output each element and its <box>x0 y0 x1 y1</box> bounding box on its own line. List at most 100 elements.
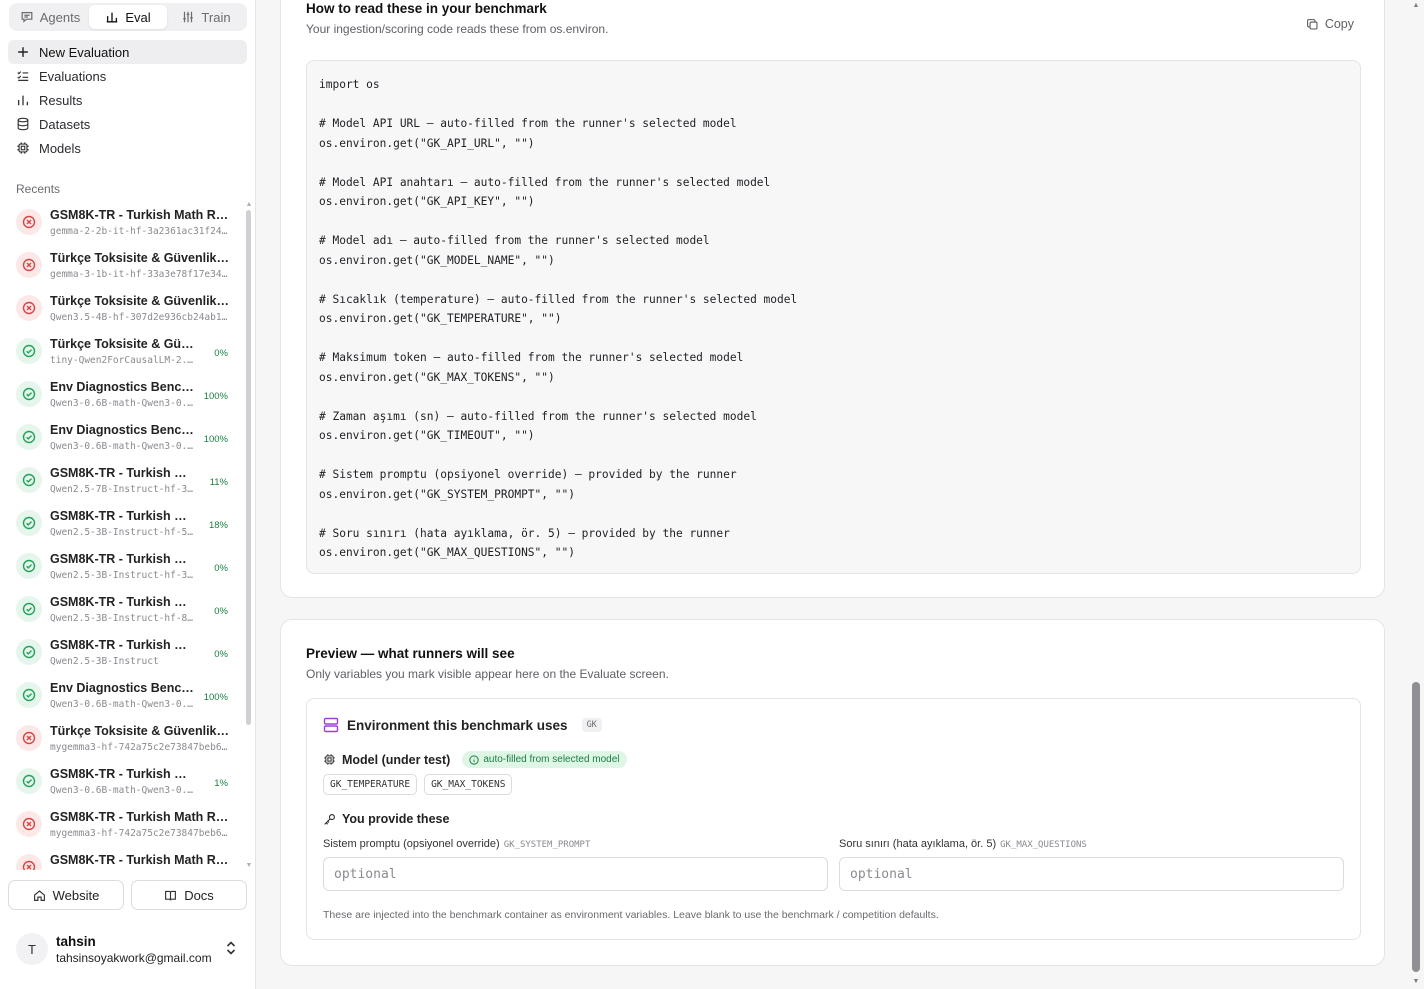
recent-title: GSM8K-TR - Turkish Math... <box>50 595 195 609</box>
recent-title: GSM8K-TR - Turkish Mat... <box>50 509 195 523</box>
recent-item[interactable]: Türkçe Toksisite & Güvenlik Sın... mygemm… <box>16 716 242 759</box>
recent-item[interactable]: GSM8K-TR - Turkish Math Rea... gemma-2-2b… <box>16 200 242 243</box>
recent-item[interactable]: Env Diagnostics Benchm... Qwen3-0.6B-math… <box>16 415 242 458</box>
mode-agents[interactable]: Agents <box>11 5 89 29</box>
env-title: Environment this benchmark uses <box>347 717 568 733</box>
nav-evaluations[interactable]: Evaluations <box>8 64 247 88</box>
page-scroll-down[interactable]: ▼ <box>1412 978 1420 985</box>
recent-score: 0% <box>214 649 228 660</box>
mode-train[interactable]: Train <box>167 5 245 29</box>
copy-button[interactable]: Copy <box>1306 17 1354 31</box>
mode-eval[interactable]: Eval <box>89 5 167 29</box>
env-prefix-tag: GK <box>581 718 602 732</box>
mode-switcher: Agents Eval Train <box>9 3 247 31</box>
model-row: Model (under test) auto-filled from sele… <box>323 751 627 768</box>
recent-item[interactable]: GSM8K-TR - Turkish Math ... Qwen3-0.6B-ma… <box>16 759 242 802</box>
success-status-icon <box>16 596 42 622</box>
recent-title: GSM8K-TR - Turkish Mat... <box>50 466 195 480</box>
preview-subtitle: Only variables you mark visible appear h… <box>306 667 669 681</box>
recent-item[interactable]: Türkçe Toksisite & Güvenlik Sın... Qwen3.… <box>16 286 242 329</box>
recent-item[interactable]: Env Diagnostics Benchm... Qwen3-0.6B-math… <box>16 673 242 716</box>
chevron-up-down-icon[interactable] <box>224 940 238 956</box>
env-panel: Environment this benchmark uses GK Model… <box>306 698 1361 940</box>
recent-item[interactable]: Türkçe Toksisite & Güvenlik Sın... gemma-… <box>16 243 242 286</box>
copy-label: Copy <box>1324 17 1354 31</box>
recent-item[interactable]: Türkçe Toksisite & Güvenli... tiny-Qwen2F… <box>16 329 242 372</box>
user-name: tahsin <box>56 934 96 949</box>
var-chip: GK_MAX_TOKENS <box>424 774 513 795</box>
success-status-icon <box>16 338 42 364</box>
recent-model: Qwen3-0.6B-math-Qwen3-0.6B_... <box>50 785 195 796</box>
auto-filled-badge: auto-filled from selected model <box>462 751 627 768</box>
nav-models[interactable]: Models <box>8 136 247 160</box>
recent-item[interactable]: GSM8K-TR - Turkish Mat... Qwen2.5-3B-Inst… <box>16 501 242 544</box>
recent-item[interactable]: GSM8K-TR - Turkish Math... Qwen2.5-3B-Ins… <box>16 630 242 673</box>
list-check-icon <box>17 71 29 81</box>
scroll-down-arrow[interactable]: ▼ <box>245 862 253 870</box>
recent-title: GSM8K-TR - Turkish Math ... <box>50 767 195 781</box>
success-status-icon <box>16 553 42 579</box>
recent-title: Türkçe Toksisite & Güvenlik Sın... <box>50 724 230 738</box>
recent-model: Qwen2.5-7B-Instruct-hf-3d4... <box>50 484 195 495</box>
system-prompt-input[interactable]: optional <box>323 857 828 891</box>
scroll-up-arrow[interactable]: ▲ <box>245 201 253 209</box>
recent-item[interactable]: GSM8K-TR - Turkish Math Rea... <box>16 845 242 870</box>
read-section-subtitle: Your ingestion/scoring code reads these … <box>306 22 609 36</box>
recent-item[interactable]: GSM8K-TR - Turkish Math... Qwen2.5-3B-Ins… <box>16 544 242 587</box>
recent-score: 1% <box>214 778 228 789</box>
success-status-icon <box>16 639 42 665</box>
chart-icon <box>107 12 118 23</box>
recent-model: tiny-Qwen2ForCausalLM-2.5-... <box>50 355 195 366</box>
page-scrollbar-thumb[interactable] <box>1412 682 1420 972</box>
page-scroll-up[interactable]: ▲ <box>1412 2 1420 9</box>
recent-score: 0% <box>214 606 228 617</box>
env-header: Environment this benchmark uses GK <box>323 717 602 733</box>
info-icon <box>469 754 480 765</box>
server-icon <box>323 717 339 733</box>
recent-score: 100% <box>203 391 228 402</box>
bar-chart-icon <box>17 95 29 106</box>
recent-item[interactable]: GSM8K-TR - Turkish Math... Qwen2.5-3B-Ins… <box>16 587 242 630</box>
success-status-icon <box>16 510 42 536</box>
recent-score: 11% <box>209 477 228 488</box>
preview-title: Preview — what runners will see <box>306 646 515 661</box>
website-label: Website <box>52 887 100 903</box>
recent-model: Qwen3.5-4B-hf-307d2e936cb24ab19... <box>50 312 230 323</box>
nav-new-evaluation[interactable]: New Evaluation <box>8 40 247 64</box>
website-button[interactable]: Website <box>8 880 124 910</box>
max-questions-input[interactable]: optional <box>839 857 1344 891</box>
sliders-icon <box>183 11 194 23</box>
recents-scrollbar[interactable] <box>246 210 251 725</box>
recent-model: gemma-3-1b-it-hf-33a3e78f17e34f... <box>50 269 230 280</box>
plus-icon <box>18 47 28 57</box>
database-icon <box>17 117 29 131</box>
main-content: How to read these in your benchmark Your… <box>256 0 1408 989</box>
recent-item[interactable]: GSM8K-TR - Turkish Math Rea... mygemma3-h… <box>16 802 242 845</box>
failed-status-icon <box>16 209 42 235</box>
recent-title: GSM8K-TR - Turkish Math Rea... <box>50 208 230 222</box>
recent-title: GSM8K-TR - Turkish Math Rea... <box>50 810 230 824</box>
provide-heading: You provide these <box>323 812 449 826</box>
recent-item[interactable]: GSM8K-TR - Turkish Mat... Qwen2.5-7B-Inst… <box>16 458 242 501</box>
recents-list: GSM8K-TR - Turkish Math Rea... gemma-2-2b… <box>16 200 242 870</box>
docs-button[interactable]: Docs <box>131 880 247 910</box>
success-status-icon <box>16 768 42 794</box>
nav-label: Evaluations <box>39 68 107 84</box>
user-menu[interactable]: T tahsin tahsinsoyakwork@gmail.com <box>16 930 246 970</box>
failed-status-icon <box>16 295 42 321</box>
nav-label: Models <box>39 140 81 156</box>
recent-title: GSM8K-TR - Turkish Math Rea... <box>50 853 230 867</box>
recent-item[interactable]: Env Diagnostics Benchm... Qwen3-0.6B-math… <box>16 372 242 415</box>
nav-datasets[interactable]: Datasets <box>8 112 247 136</box>
avatar: T <box>16 933 48 965</box>
recent-model: mygemma3-hf-742a75c2e73847beb61... <box>50 828 230 839</box>
nav-results[interactable]: Results <box>8 88 247 112</box>
recent-score: 18% <box>208 520 228 531</box>
key-icon <box>324 813 335 825</box>
home-icon <box>33 889 45 901</box>
docs-label: Docs <box>184 887 214 903</box>
failed-status-icon <box>16 725 42 751</box>
recent-model: Qwen3-0.6B-math-Qwen3-0.6... <box>50 398 195 409</box>
system-prompt-label: Sistem promptu (opsiyonel override) GK_SY… <box>323 838 590 850</box>
var-chip: GK_TEMPERATURE <box>323 774 418 795</box>
